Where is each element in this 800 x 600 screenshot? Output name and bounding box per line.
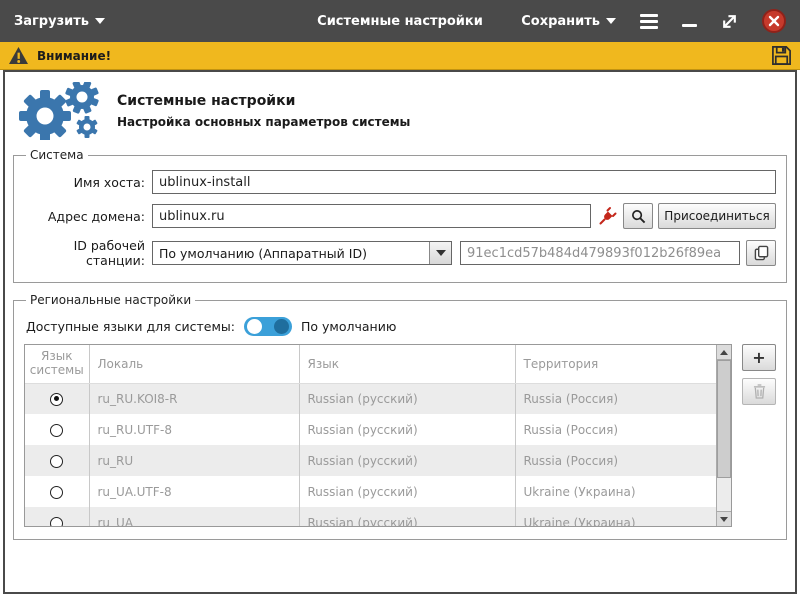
minimize-icon bbox=[682, 24, 697, 27]
column-header-territory: Территория bbox=[515, 345, 716, 383]
table-row[interactable]: ru_RU Russian (русский) Russia (Россия) bbox=[25, 445, 716, 476]
cell-locale: ru_RU bbox=[89, 445, 299, 476]
cell-territory: Russia (Россия) bbox=[515, 414, 716, 445]
titlebar: Загрузить Системные настройки Сохранить bbox=[0, 0, 800, 42]
table-header-row: Язык системы Локаль Язык Территория bbox=[25, 345, 716, 383]
station-id-label: ID рабочей станции: bbox=[24, 238, 152, 268]
table-row[interactable]: ru_UA Russian (русский) Ukraine (Украина… bbox=[25, 507, 716, 526]
column-header-locale: Локаль bbox=[89, 345, 299, 383]
chevron-down-icon bbox=[436, 250, 446, 256]
cell-territory: Ukraine (Украина) bbox=[515, 507, 716, 526]
close-button[interactable] bbox=[762, 9, 786, 33]
domain-search-button[interactable] bbox=[623, 203, 653, 229]
hostname-label: Имя хоста: bbox=[24, 175, 152, 190]
cell-territory: Russia (Россия) bbox=[515, 445, 716, 476]
cell-language: Russian (русский) bbox=[299, 383, 515, 414]
delete-icon bbox=[753, 384, 766, 399]
regional-fieldset: Региональные настройки Доступные языки д… bbox=[13, 293, 787, 540]
locale-radio[interactable] bbox=[50, 455, 63, 468]
minimize-button[interactable] bbox=[682, 16, 697, 27]
languages-toggle-state: По умолчанию bbox=[301, 319, 396, 334]
load-menu-button[interactable]: Загрузить bbox=[14, 14, 105, 29]
languages-toggle-label: Доступные языки для системы: bbox=[26, 319, 235, 334]
cell-territory: Russia (Россия) bbox=[515, 383, 716, 414]
cell-language: Russian (русский) bbox=[299, 445, 515, 476]
page-title: Системные настройки bbox=[117, 93, 410, 109]
main-menu-button[interactable] bbox=[640, 14, 658, 29]
cell-locale: ru_UA bbox=[89, 507, 299, 526]
cell-language: Russian (русский) bbox=[299, 414, 515, 445]
warning-text: Внимание! bbox=[37, 49, 111, 63]
scroll-down-button[interactable] bbox=[717, 511, 731, 526]
page-subtitle: Настройка основных параметров системы bbox=[117, 115, 410, 129]
table-row[interactable]: ru_RU.UTF-8 Russian (русский) Russia (Ро… bbox=[25, 414, 716, 445]
locale-radio[interactable] bbox=[50, 424, 63, 437]
scroll-up-button[interactable] bbox=[717, 345, 731, 360]
hamburger-icon bbox=[640, 14, 658, 29]
regional-legend: Региональные настройки bbox=[26, 293, 195, 307]
locale-radio[interactable] bbox=[50, 393, 63, 406]
resize-diagonal-icon bbox=[721, 13, 738, 30]
maximize-button[interactable] bbox=[721, 13, 738, 30]
table-row[interactable]: ru_UA.UTF-8 Russian (русский) Ukraine (У… bbox=[25, 476, 716, 507]
domain-label: Адрес домена: bbox=[24, 209, 152, 224]
cell-locale: ru_RU.KOI8-R bbox=[89, 383, 299, 414]
triangle-up-icon bbox=[720, 350, 728, 355]
locale-table-body: ru_RU.KOI8-R Russian (русский) Russia (Р… bbox=[25, 383, 716, 526]
cell-locale: ru_RU.UTF-8 bbox=[89, 414, 299, 445]
system-fieldset: Система Имя хоста: Адрес домена: bbox=[13, 148, 787, 283]
main-panel: Системные настройки Настройка основных п… bbox=[3, 70, 797, 594]
station-id-select[interactable]: По умолчанию (Аппаратный ID) bbox=[152, 241, 452, 265]
close-icon bbox=[768, 15, 780, 27]
cell-language: Russian (русский) bbox=[299, 476, 515, 507]
locale-radio[interactable] bbox=[50, 486, 63, 499]
system-legend: Система bbox=[26, 148, 88, 162]
station-id-selected-option: По умолчанию (Аппаратный ID) bbox=[153, 246, 429, 261]
table-scrollbar[interactable] bbox=[716, 345, 731, 526]
warning-bar: Внимание! bbox=[0, 42, 800, 70]
page-header: Системные настройки Настройка основных п… bbox=[13, 78, 787, 148]
locales-table: Язык системы Локаль Язык Территория ru_R… bbox=[24, 344, 732, 527]
gears-icon bbox=[15, 82, 103, 140]
station-id-dropdown-button[interactable] bbox=[429, 242, 451, 264]
cell-language: Russian (русский) bbox=[299, 507, 515, 526]
warning-icon bbox=[8, 46, 29, 65]
save-menu-label: Сохранить bbox=[521, 14, 600, 29]
hostname-input[interactable] bbox=[152, 170, 776, 194]
chevron-down-icon bbox=[606, 18, 616, 24]
languages-toggle[interactable] bbox=[244, 317, 292, 336]
add-locale-button[interactable]: + bbox=[742, 344, 776, 371]
triangle-down-icon bbox=[720, 517, 728, 522]
cell-territory: Ukraine (Украина) bbox=[515, 476, 716, 507]
copy-icon bbox=[754, 245, 769, 261]
cell-locale: ru_UA.UTF-8 bbox=[89, 476, 299, 507]
locale-radio[interactable] bbox=[50, 517, 63, 527]
save-menu-button[interactable]: Сохранить bbox=[521, 14, 616, 29]
table-row[interactable]: ru_RU.KOI8-R Russian (русский) Russia (Р… bbox=[25, 383, 716, 414]
column-header-system-language: Язык системы bbox=[25, 345, 89, 383]
disconnected-icon bbox=[598, 206, 618, 226]
scrollbar-track[interactable] bbox=[717, 360, 731, 511]
scrollbar-thumb[interactable] bbox=[717, 360, 731, 478]
load-menu-label: Загрузить bbox=[14, 14, 89, 29]
domain-input[interactable] bbox=[152, 204, 591, 228]
delete-locale-button[interactable] bbox=[742, 378, 776, 405]
join-domain-button[interactable]: Присоединиться bbox=[658, 203, 776, 229]
save-file-icon[interactable] bbox=[771, 45, 792, 66]
column-header-language: Язык bbox=[299, 345, 515, 383]
chevron-down-icon bbox=[95, 18, 105, 24]
toggle-knob bbox=[247, 319, 262, 334]
station-id-value-field[interactable] bbox=[460, 241, 740, 265]
copy-id-button[interactable] bbox=[746, 240, 776, 266]
search-icon bbox=[631, 209, 646, 224]
